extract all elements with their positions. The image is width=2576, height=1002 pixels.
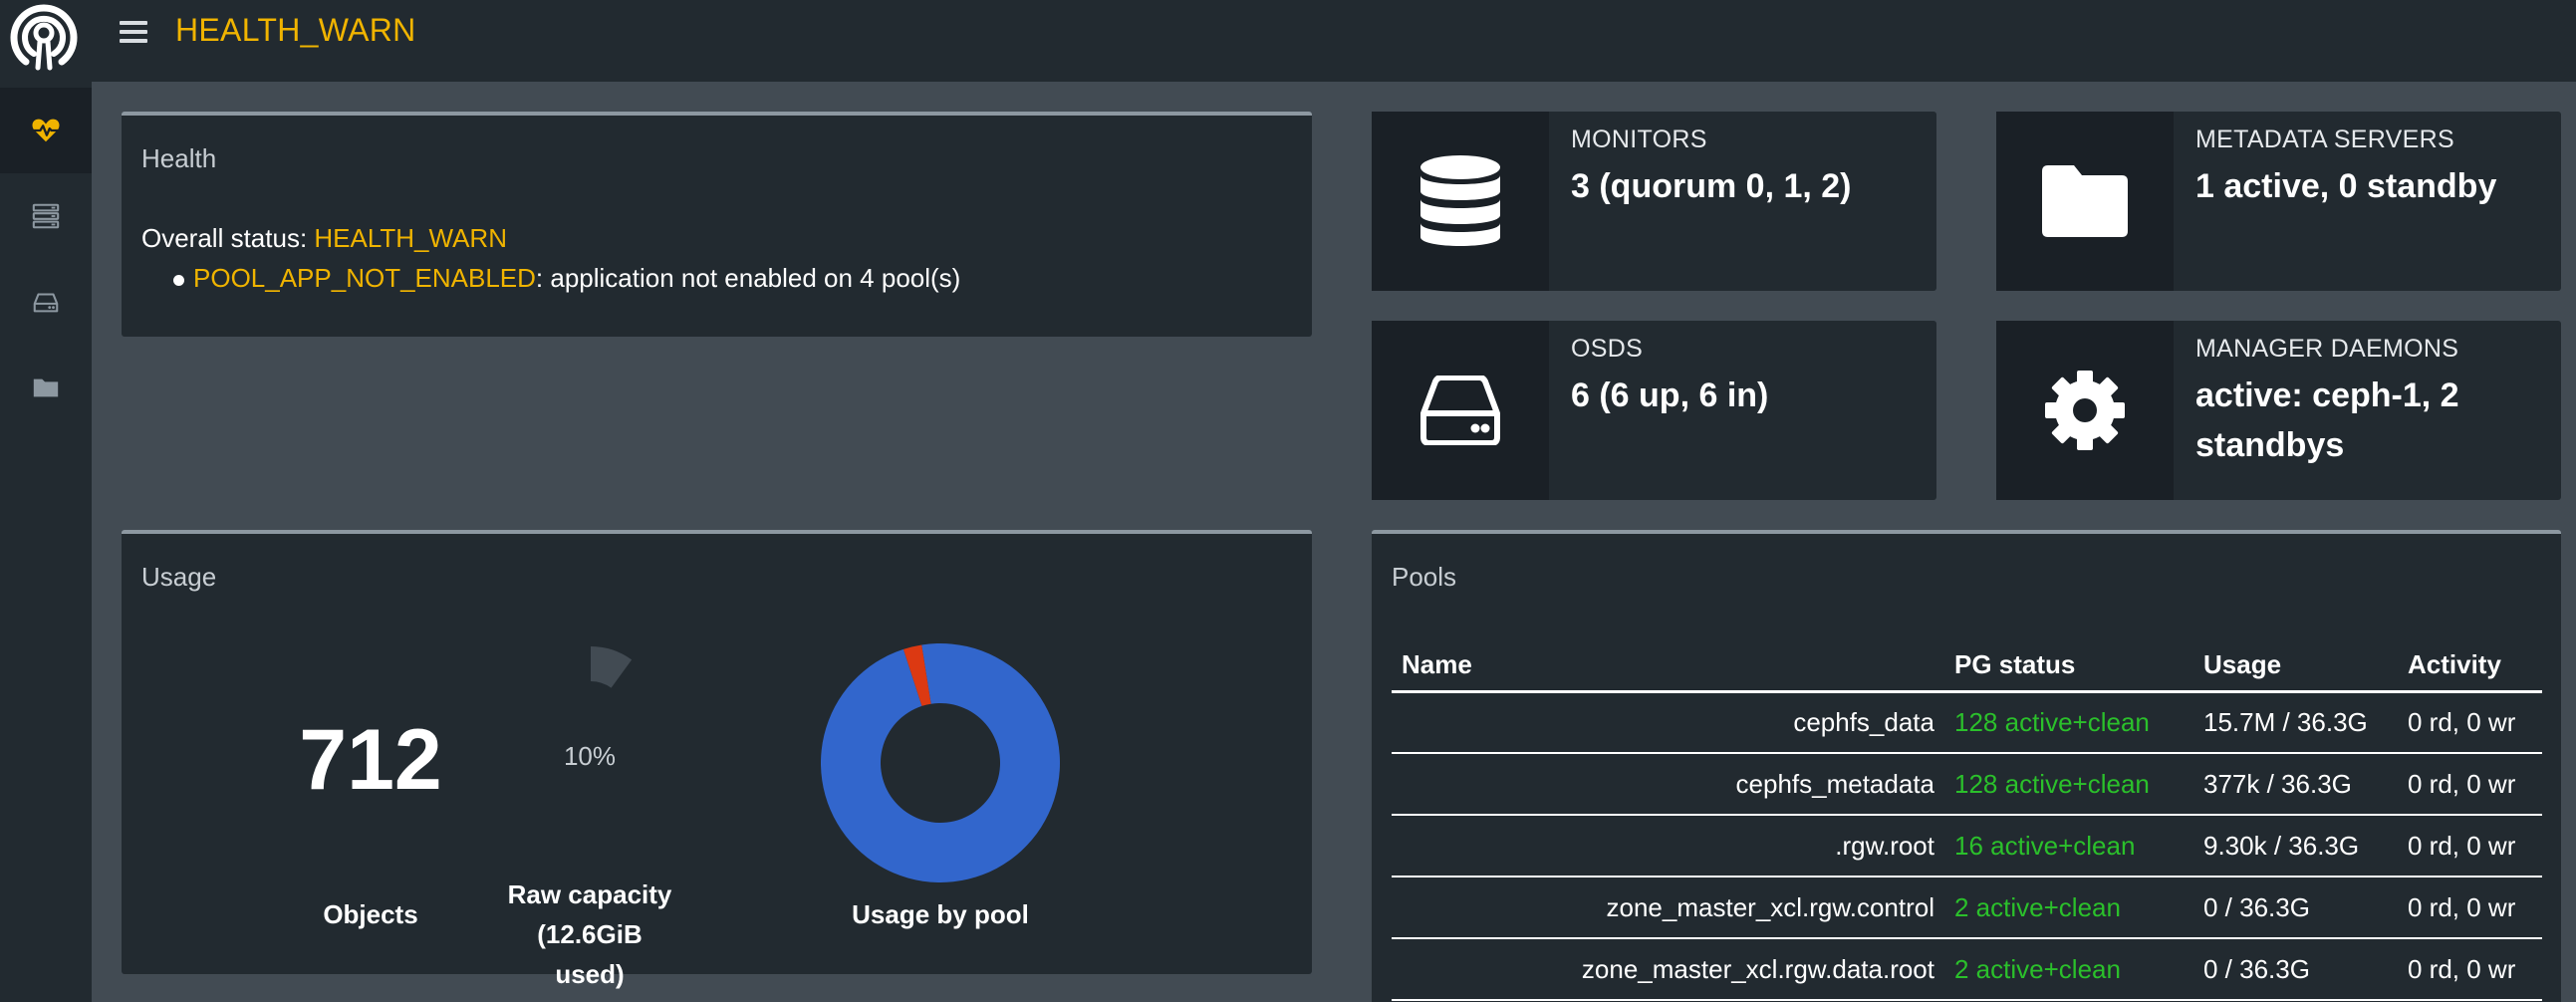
- health-panel: Health Overall status: HEALTH_WARN POOL_…: [122, 112, 1312, 337]
- raw-capacity-label: Raw capacity (12.6GiB used): [500, 875, 679, 994]
- osds-tile[interactable]: OSDS 6 (6 up, 6 in): [1372, 321, 1936, 500]
- table-row[interactable]: zone_master_xcl.rgw.control 2 active+cle…: [1392, 877, 2542, 939]
- tile-value: 3 (quorum 0, 1, 2): [1571, 167, 1852, 205]
- pool-pg-status: 16 active+clean: [1944, 815, 2193, 877]
- hamburger-bar: [120, 30, 147, 34]
- manager-daemons-tile[interactable]: MANAGER DAEMONS active: ceph-1, 2 standb…: [1996, 321, 2561, 500]
- health-check-item: POOL_APP_NOT_ENABLED: application not en…: [193, 263, 960, 294]
- tile-value: 1 active, 0 standby: [2195, 167, 2497, 205]
- pool-activity: 0 rd, 0 wr: [2398, 938, 2542, 1001]
- tile-icon-box: [1372, 321, 1549, 500]
- usage-by-pool-label: Usage by pool: [852, 899, 1029, 929]
- panel-title: Pools: [1392, 562, 1457, 592]
- table-row[interactable]: zone_master_xcl.rgw.data.root 2 active+c…: [1392, 938, 2542, 1001]
- pool-pg-status: 128 active+clean: [1944, 691, 2193, 754]
- gear-icon: [2045, 371, 2125, 450]
- sidebar-item-health[interactable]: [0, 88, 92, 173]
- heartbeat-icon: [32, 119, 60, 142]
- ceph-logo[interactable]: [4, 0, 84, 72]
- tile-label: MONITORS: [1571, 125, 1707, 153]
- pool-usage: 0 / 36.3G: [2193, 938, 2398, 1001]
- tile-icon-box: [1996, 112, 2174, 291]
- pool-activity: 0 rd, 0 wr: [2398, 753, 2542, 816]
- server-list-icon: [32, 203, 60, 229]
- panel-title: Health: [141, 143, 217, 173]
- tile-label: METADATA SERVERS: [2195, 125, 2454, 153]
- sidebar-item-filesystems[interactable]: [0, 345, 92, 430]
- hdd-icon: [1420, 376, 1500, 445]
- hdd-icon: [33, 293, 59, 313]
- pool-pg-status: 2 active+clean: [1944, 877, 2193, 939]
- overall-status-value: HEALTH_WARN: [314, 223, 507, 253]
- sidebar-item-block[interactable]: [0, 259, 92, 345]
- health-check-code: POOL_APP_NOT_ENABLED: [193, 263, 536, 293]
- ceph-logo-icon: [10, 4, 78, 71]
- sidebar: [0, 82, 92, 1002]
- pool-pg-status: 2 active+clean: [1944, 938, 2193, 1001]
- pools-table: Name PG status Usage Activity cephfs_dat…: [1392, 639, 2542, 1001]
- pool-usage: 377k / 36.3G: [2193, 753, 2398, 816]
- table-header-row: Name PG status Usage Activity: [1392, 639, 2542, 693]
- column-header-usage[interactable]: Usage: [2193, 639, 2398, 693]
- bullet-point: [173, 275, 184, 286]
- sidebar-item-servers[interactable]: [0, 173, 92, 259]
- pool-activity: 0 rd, 0 wr: [2398, 691, 2542, 754]
- tile-value: 6 (6 up, 6 in): [1571, 376, 1769, 414]
- raw-capacity-label-line1: Raw capacity: [507, 879, 672, 909]
- table-row[interactable]: cephfs_data 128 active+clean 15.7M / 36.…: [1392, 691, 2542, 754]
- tile-icon-box: [1996, 321, 2174, 500]
- pool-usage-slice[interactable]: [820, 643, 1060, 882]
- usage-by-pool-chart: [820, 643, 1060, 882]
- pool-activity: 0 rd, 0 wr: [2398, 815, 2542, 877]
- raw-capacity-gauge-fill: [591, 646, 633, 688]
- pool-name: .rgw.root: [1392, 815, 1944, 877]
- pool-usage: 0 / 36.3G: [2193, 877, 2398, 939]
- folder-icon: [33, 378, 59, 397]
- overall-status-label: Overall status:: [141, 223, 315, 253]
- pool-name: zone_master_xcl.rgw.data.root: [1392, 938, 1944, 1001]
- tile-value: active: ceph-1, 2 standbys: [2195, 376, 2459, 464]
- database-icon: [1420, 155, 1500, 246]
- top-navbar: HEALTH_WARN: [0, 0, 2576, 82]
- overall-status: Overall status: HEALTH_WARN: [141, 223, 507, 254]
- raw-capacity-gauge: [591, 646, 633, 688]
- tile-label: OSDS: [1571, 335, 1644, 363]
- usage-panel: Usage 712 Objects 10% Raw capacity (12.6…: [122, 530, 1312, 989]
- hamburger-bar: [120, 39, 147, 43]
- raw-capacity-label-line2: (12.6GiB used): [537, 919, 643, 989]
- menu-toggle-button[interactable]: [120, 21, 147, 45]
- panel-title: Usage: [141, 562, 217, 592]
- folder-icon: [2042, 165, 2128, 237]
- table-row[interactable]: cephfs_metadata 128 active+clean 377k / …: [1392, 753, 2542, 816]
- column-header-name[interactable]: Name: [1392, 639, 1944, 693]
- pool-name: cephfs_metadata: [1392, 753, 1944, 816]
- monitors-tile[interactable]: MONITORS 3 (quorum 0, 1, 2): [1372, 112, 1936, 291]
- pool-name: zone_master_xcl.rgw.control: [1392, 877, 1944, 939]
- table-row[interactable]: .rgw.root 16 active+clean 9.30k / 36.3G …: [1392, 815, 2542, 877]
- objects-label: Objects: [323, 899, 418, 929]
- health-check-message: : application not enabled on 4 pool(s): [535, 263, 961, 293]
- column-header-activity[interactable]: Activity: [2398, 639, 2542, 693]
- raw-capacity-percent: 10%: [563, 741, 617, 771]
- metadata-servers-tile[interactable]: METADATA SERVERS 1 active, 0 standby: [1996, 112, 2561, 291]
- pools-panel: Pools Name PG status Usage Activity ceph…: [1372, 530, 2561, 1002]
- pool-usage: 9.30k / 36.3G: [2193, 815, 2398, 877]
- pool-usage: 15.7M / 36.3G: [2193, 691, 2398, 754]
- pool-activity: 0 rd, 0 wr: [2398, 877, 2542, 939]
- pool-name: cephfs_data: [1392, 691, 1944, 754]
- tile-icon-box: [1372, 112, 1549, 291]
- tile-label: MANAGER DAEMONS: [2195, 335, 2459, 363]
- hamburger-bar: [120, 21, 147, 25]
- column-header-pg-status[interactable]: PG status: [1944, 639, 2193, 693]
- cluster-status-title: HEALTH_WARN: [175, 12, 416, 48]
- objects-count: 712: [299, 712, 442, 808]
- pool-pg-status: 128 active+clean: [1944, 753, 2193, 816]
